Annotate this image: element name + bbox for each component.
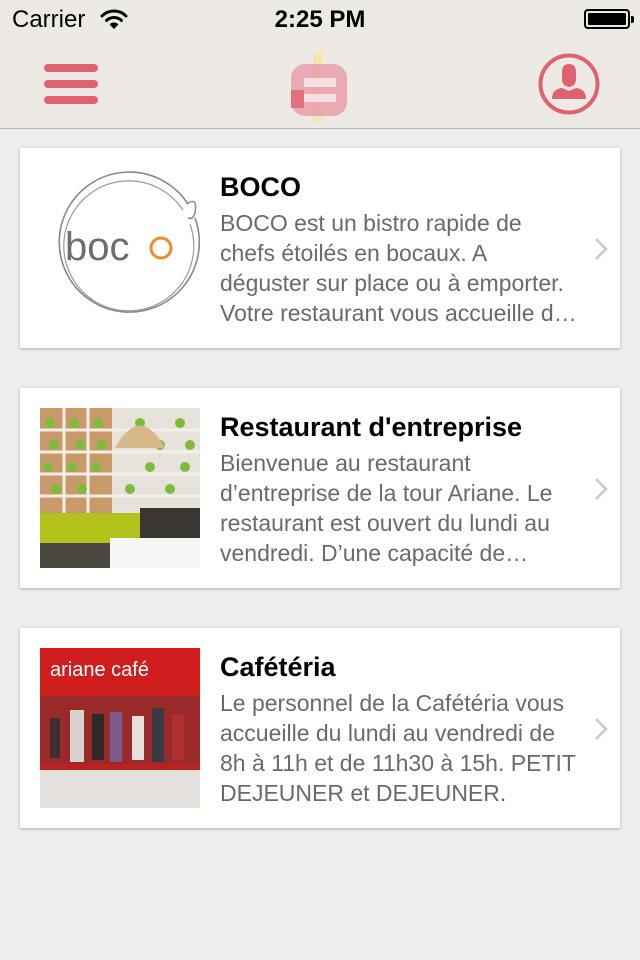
- cafeteria-photo: ariane café: [40, 648, 200, 808]
- profile-button[interactable]: [538, 53, 600, 115]
- restaurant-photo: [40, 408, 200, 568]
- restaurant-title: BOCO: [220, 172, 301, 202]
- chevron-right-icon: [595, 718, 608, 740]
- nav-bar: [0, 40, 640, 129]
- list-item-restaurant-entreprise[interactable]: Restaurant d'entreprise Bienvenue au res…: [20, 388, 620, 588]
- hamburger-icon: [44, 64, 98, 72]
- chevron-right-icon: [595, 478, 608, 500]
- list-item-boco[interactable]: boc BOCO BOCO est un bistro rapide de ch…: [20, 148, 620, 348]
- restaurant-title: Restaurant d'entreprise: [220, 412, 523, 442]
- svg-text:boc: boc: [65, 225, 130, 269]
- restaurant-title: Cafétéria: [220, 652, 336, 682]
- restaurant-list: boc BOCO BOCO est un bistro rapide de ch…: [20, 148, 620, 868]
- menu-button[interactable]: [44, 64, 98, 104]
- restaurant-description: BOCO est un bistro rapide de chefs étoil…: [220, 210, 567, 326]
- list-item-cafeteria[interactable]: ariane café Cafétéria Le personnel de la…: [20, 628, 620, 828]
- status-bar: Carrier 2:25 PM: [0, 0, 640, 40]
- battery-icon: [584, 9, 634, 29]
- status-time: 2:25 PM: [274, 6, 366, 33]
- restaurant-description: Le personnel de la Cafétéria vous accuei…: [220, 690, 576, 806]
- cafe-sign-text: ariane café: [50, 659, 149, 681]
- restaurant-description: Bienvenue au restaurant d’entreprise de …: [220, 450, 553, 566]
- app-logo: [291, 52, 347, 122]
- boco-logo-image: boc: [40, 168, 200, 328]
- chevron-right-icon: [595, 238, 608, 260]
